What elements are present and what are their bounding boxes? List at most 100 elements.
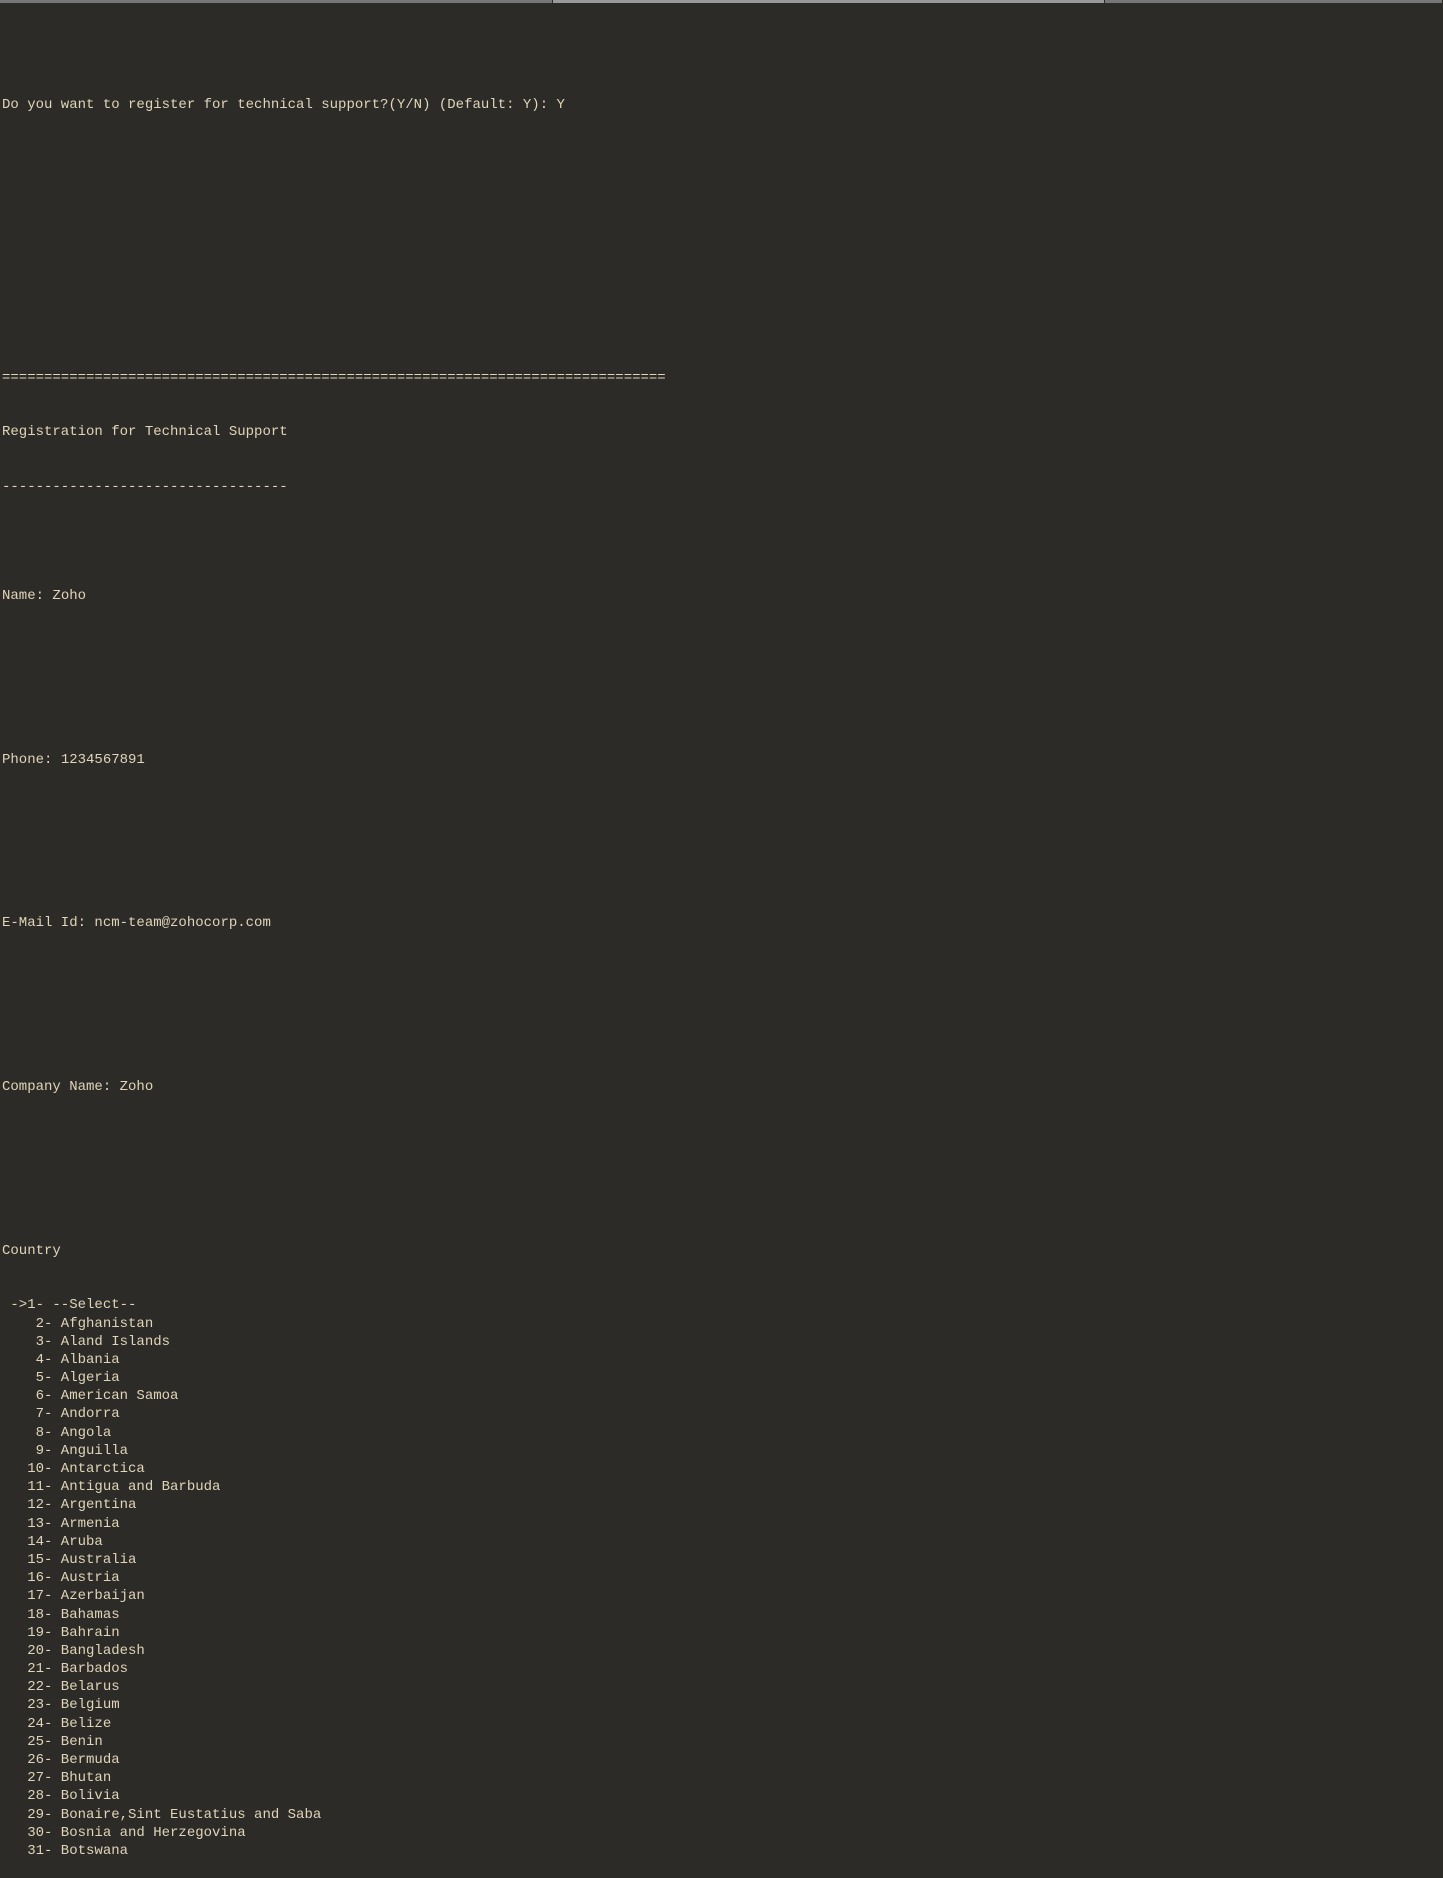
separator-line: ========================================…	[2, 369, 1441, 387]
blank-line	[2, 1187, 1441, 1205]
country-option[interactable]: 2- Afghanistan	[2, 1315, 1441, 1333]
country-row-text: ->1- --Select--	[2, 1296, 136, 1314]
country-option[interactable]: ->1- --Select--	[2, 1296, 1441, 1314]
blank-line	[2, 860, 1441, 878]
country-option[interactable]: 16- Austria	[2, 1569, 1441, 1587]
name-label: Name:	[2, 588, 52, 604]
country-option[interactable]: 18- Bahamas	[2, 1606, 1441, 1624]
country-row-text: 29- Bonaire,Sint Eustatius and Saba	[2, 1806, 321, 1824]
country-row-text: 30- Bosnia and Herzegovina	[2, 1824, 246, 1842]
country-row-text: 2- Afghanistan	[2, 1315, 153, 1333]
blank-line	[2, 205, 1441, 223]
country-option[interactable]: 3- Aland Islands	[2, 1333, 1441, 1351]
country-row-text: 28- Bolivia	[2, 1787, 120, 1805]
country-row-text: 31- Botswana	[2, 1842, 128, 1860]
blank-line	[2, 532, 1441, 550]
country-row-text: 9- Anguilla	[2, 1442, 128, 1460]
country-option[interactable]: 20- Bangladesh	[2, 1642, 1441, 1660]
sub-separator: ----------------------------------	[2, 478, 1441, 496]
tab-segment[interactable]	[1105, 0, 1443, 3]
country-row-text: 12- Argentina	[2, 1496, 136, 1514]
country-row-text: 20- Bangladesh	[2, 1642, 145, 1660]
prompt-answer: Y	[557, 97, 565, 113]
blank-line	[2, 696, 1441, 714]
country-row-text: 16- Austria	[2, 1569, 120, 1587]
country-option[interactable]: 7- Andorra	[2, 1405, 1441, 1423]
country-option[interactable]: 17- Azerbaijan	[2, 1587, 1441, 1605]
country-row-text: 13- Armenia	[2, 1515, 120, 1533]
country-row-text: 18- Bahamas	[2, 1606, 120, 1624]
blank-line	[2, 314, 1441, 332]
tab-segment[interactable]	[0, 0, 553, 3]
country-row-text: 24- Belize	[2, 1715, 111, 1733]
country-row-text: 27- Bhutan	[2, 1769, 111, 1787]
country-option[interactable]: 31- Botswana	[2, 1842, 1441, 1860]
country-row-text: 6- American Samoa	[2, 1387, 178, 1405]
country-row-text: 15- Australia	[2, 1551, 136, 1569]
country-option[interactable]: 5- Algeria	[2, 1369, 1441, 1387]
name-row: Name: Zoho	[2, 587, 1441, 605]
country-option[interactable]: 21- Barbados	[2, 1660, 1441, 1678]
country-option[interactable]: 8- Angola	[2, 1424, 1441, 1442]
country-row-text: 8- Angola	[2, 1424, 111, 1442]
country-option[interactable]: 25- Benin	[2, 1733, 1441, 1751]
country-option[interactable]: 14- Aruba	[2, 1533, 1441, 1551]
country-row-text: 19- Bahrain	[2, 1624, 120, 1642]
country-row-text: 4- Albania	[2, 1351, 120, 1369]
country-row-text: 7- Andorra	[2, 1405, 120, 1423]
blank-line	[2, 969, 1441, 987]
country-row-text: 3- Aland Islands	[2, 1333, 170, 1351]
prompt-line: Do you want to register for technical su…	[2, 96, 1441, 114]
company-row: Company Name: Zoho	[2, 1078, 1441, 1096]
country-row-text: 11- Antigua and Barbuda	[2, 1478, 220, 1496]
country-option[interactable]: 13- Armenia	[2, 1515, 1441, 1533]
phone-value: 1234567891	[61, 752, 145, 768]
country-option[interactable]: 22- Belarus	[2, 1678, 1441, 1696]
country-row-text: 5- Algeria	[2, 1369, 120, 1387]
blank-line	[2, 41, 1441, 59]
phone-label: Phone:	[2, 752, 61, 768]
section-header: Registration for Technical Support	[2, 423, 1441, 441]
window-tab-bar	[0, 0, 1443, 3]
country-option[interactable]: 24- Belize	[2, 1715, 1441, 1733]
blank-line	[2, 642, 1441, 660]
country-option[interactable]: 4- Albania	[2, 1351, 1441, 1369]
country-option[interactable]: 9- Anguilla	[2, 1442, 1441, 1460]
country-label: Country	[2, 1242, 1441, 1260]
country-option[interactable]: 11- Antigua and Barbuda	[2, 1478, 1441, 1496]
email-row: E-Mail Id: ncm-team@zohocorp.com	[2, 914, 1441, 932]
country-row-text: 26- Bermuda	[2, 1751, 120, 1769]
blank-line	[2, 805, 1441, 823]
country-list[interactable]: ->1- --Select-- 2- Afghanistan 3- Aland …	[2, 1296, 1441, 1860]
prompt-text: Do you want to register for technical su…	[2, 97, 557, 113]
country-row-text: 25- Benin	[2, 1733, 103, 1751]
blank-line	[2, 260, 1441, 278]
country-row-text: 23- Belgium	[2, 1696, 120, 1714]
country-option[interactable]: 30- Bosnia and Herzegovina	[2, 1824, 1441, 1842]
company-label: Company Name:	[2, 1079, 120, 1095]
tab-segment[interactable]	[553, 0, 1105, 3]
blank-line	[2, 1133, 1441, 1151]
country-option[interactable]: 26- Bermuda	[2, 1751, 1441, 1769]
country-row-text: 14- Aruba	[2, 1533, 103, 1551]
blank-line	[2, 1024, 1441, 1042]
email-label: E-Mail Id:	[2, 915, 94, 931]
country-option[interactable]: 12- Argentina	[2, 1496, 1441, 1514]
country-row-text: 17- Azerbaijan	[2, 1587, 145, 1605]
country-option[interactable]: 28- Bolivia	[2, 1787, 1441, 1805]
terminal-output[interactable]: Do you want to register for technical su…	[0, 3, 1443, 1878]
country-row-text: 21- Barbados	[2, 1660, 128, 1678]
company-value: Zoho	[120, 1079, 154, 1095]
country-row-text: 22- Belarus	[2, 1678, 120, 1696]
country-option[interactable]: 23- Belgium	[2, 1696, 1441, 1714]
country-option[interactable]: 19- Bahrain	[2, 1624, 1441, 1642]
email-value: ncm-team@zohocorp.com	[94, 915, 270, 931]
name-value: Zoho	[52, 588, 86, 604]
country-option[interactable]: 15- Australia	[2, 1551, 1441, 1569]
country-option[interactable]: 29- Bonaire,Sint Eustatius and Saba	[2, 1806, 1441, 1824]
country-option[interactable]: 6- American Samoa	[2, 1387, 1441, 1405]
phone-row: Phone: 1234567891	[2, 751, 1441, 769]
country-option[interactable]: 10- Antarctica	[2, 1460, 1441, 1478]
country-option[interactable]: 27- Bhutan	[2, 1769, 1441, 1787]
country-row-text: 10- Antarctica	[2, 1460, 145, 1478]
